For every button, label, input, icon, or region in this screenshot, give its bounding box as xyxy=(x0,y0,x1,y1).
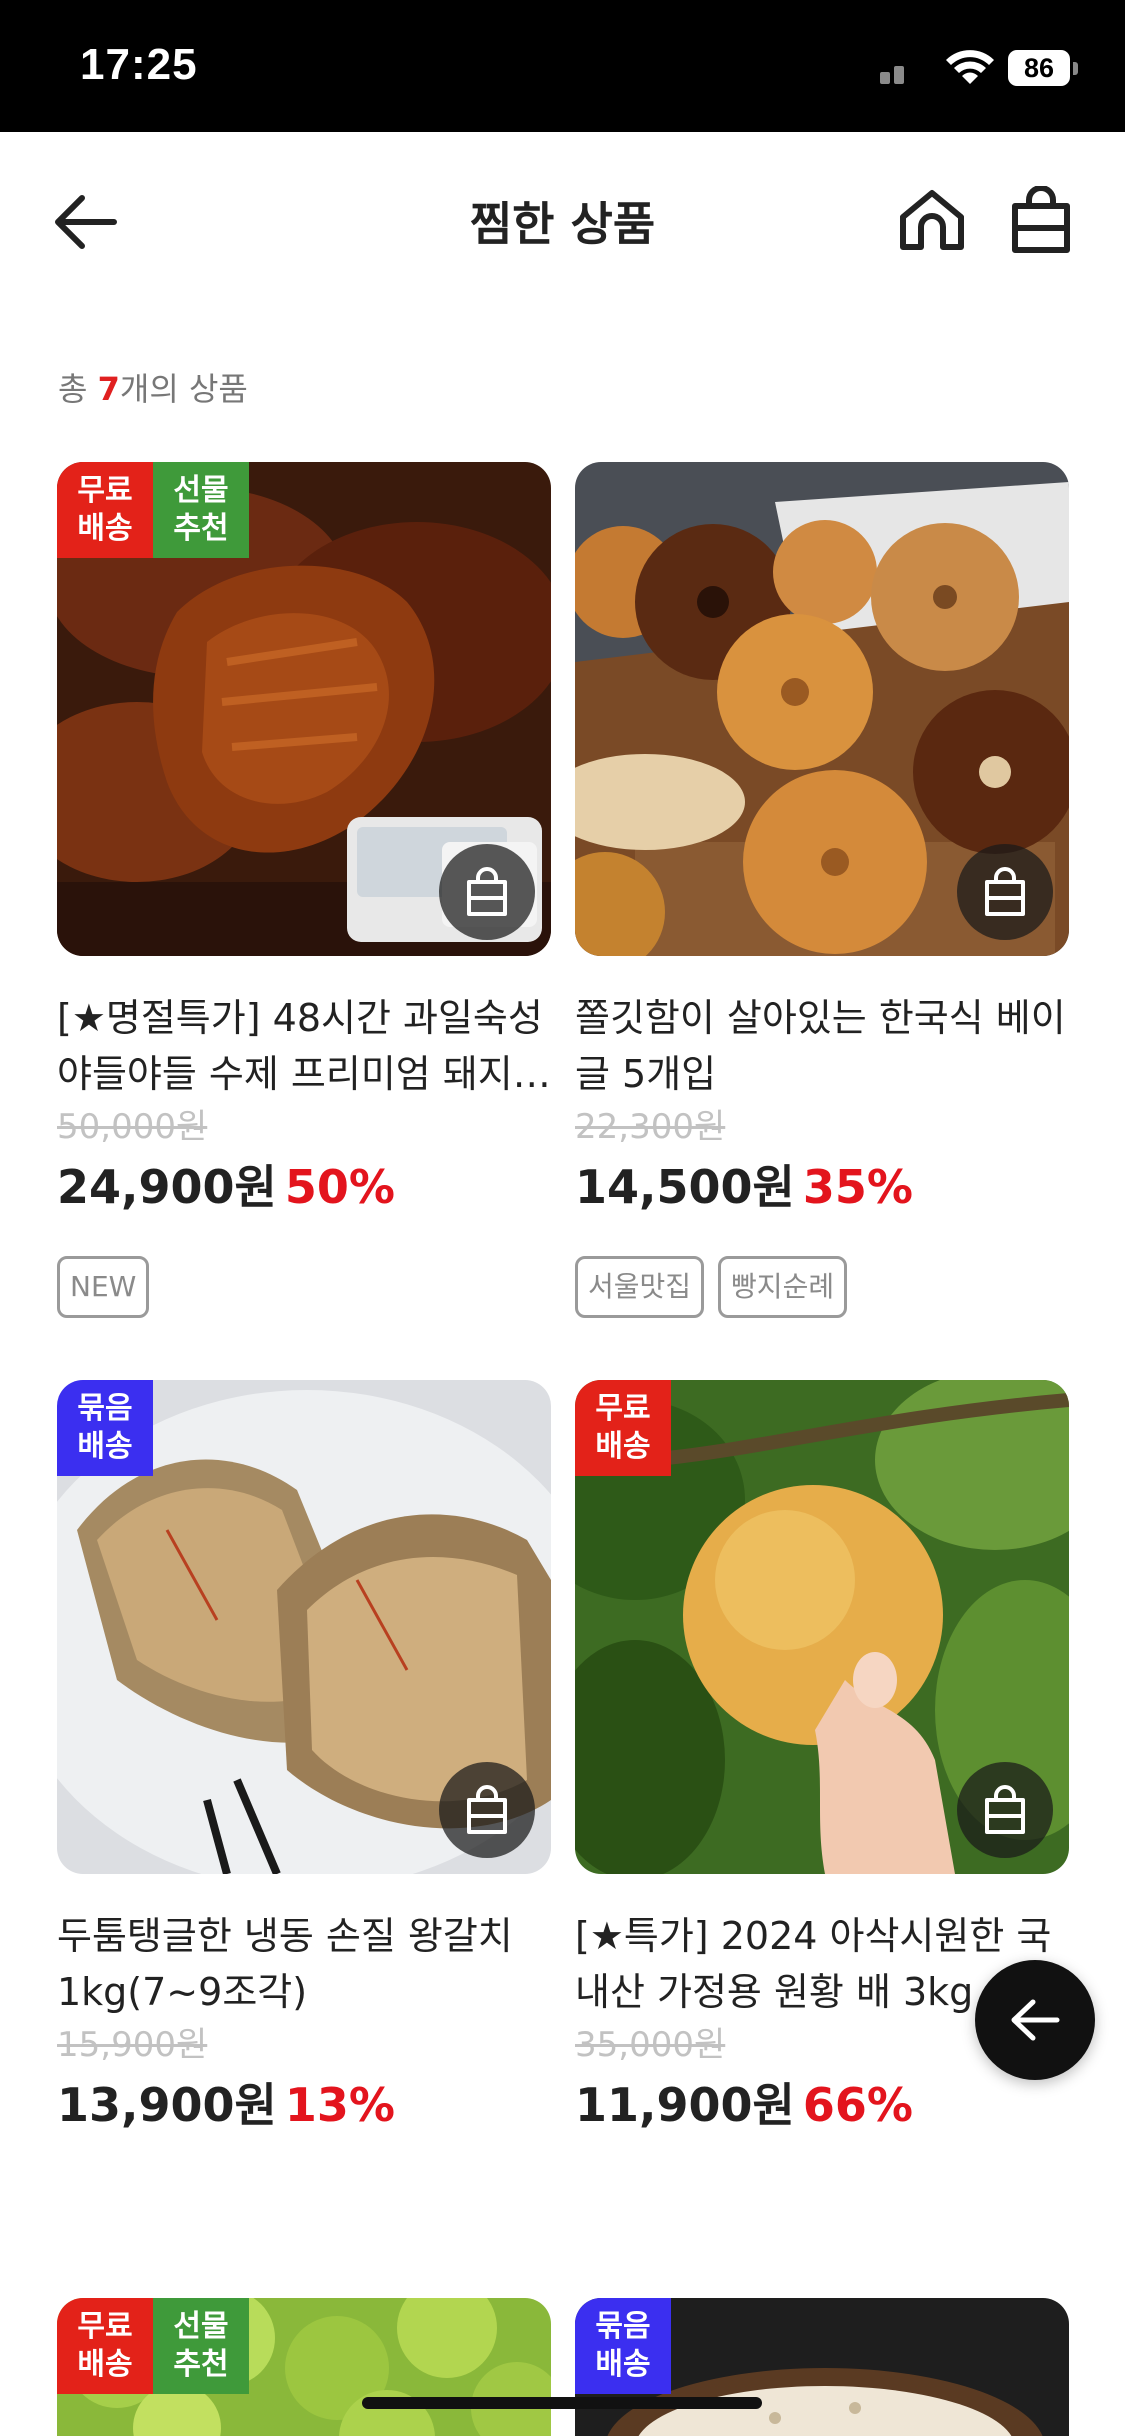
status-time: 17:25 xyxy=(80,40,198,89)
original-price: 22,300원 xyxy=(575,1107,726,1147)
bundle-shipping-badge: 묶음 배송 xyxy=(57,1380,153,1476)
add-to-cart-bag-icon xyxy=(985,867,1025,916)
sale-price: 14,500원 xyxy=(575,1160,795,1214)
home-icon xyxy=(900,190,964,250)
product-tag: 빵지순례 xyxy=(718,1256,848,1318)
product-tags: NEW xyxy=(57,1256,551,1318)
product-card[interactable]: 무료 배송 선물 추천 [★명절특가] 48시간 과일숙성 야들야들 수제 프리… xyxy=(57,462,551,1318)
sale-price: 11,900원 xyxy=(575,2078,795,2132)
bundle-shipping-badge: 묶음 배송 xyxy=(575,2298,671,2394)
product-name[interactable]: [★명절특가] 48시간 과일숙성 야들야들 수제 프리미엄 돼지갈비 xyxy=(57,990,551,1102)
price-row: 11,900원 66% xyxy=(575,2074,1069,2136)
discount-rate: 50% xyxy=(284,1160,395,1214)
delivery-badges: 무료 배송 선물 추천 xyxy=(57,2298,249,2394)
product-image-pear[interactable]: 무료 배송 xyxy=(575,1380,1069,1874)
delivery-badges: 무료 배송 xyxy=(575,1380,671,1476)
home-button[interactable] xyxy=(892,180,972,260)
product-card[interactable]: 묶음 배송 두툼탱글한 냉동 손질 왕갈치 1kg(7~9조각) 15,900원… xyxy=(57,1380,551,2136)
add-to-cart-button[interactable] xyxy=(957,1762,1053,1858)
sale-price: 24,900원 xyxy=(57,1160,277,1214)
sale-price: 13,900원 xyxy=(57,2078,277,2132)
product-tag: 서울맛집 xyxy=(575,1256,705,1318)
cart-button[interactable] xyxy=(1001,180,1081,260)
product-name[interactable]: 두툼탱글한 냉동 손질 왕갈치 1kg(7~9조각) xyxy=(57,1908,551,2020)
product-image-hairtail[interactable]: 묶음 배송 xyxy=(57,1380,551,1874)
floating-back-button[interactable] xyxy=(975,1960,1095,2080)
product-card[interactable]: 쫄깃함이 살아있는 한국식 베이글 5개입 22,300원 14,500원 35%… xyxy=(575,462,1069,1318)
product-tags: 서울맛집 빵지순례 xyxy=(575,1256,1069,1318)
battery-tip xyxy=(1073,62,1078,75)
discount-rate: 35% xyxy=(802,1160,913,1214)
cellular-signal-icon xyxy=(880,66,906,84)
app-header: 찜한 상품 xyxy=(0,132,1125,312)
price-row: 14,500원 35% xyxy=(575,1156,1069,1218)
total-count-number: 7 xyxy=(97,370,120,408)
free-shipping-badge: 무료 배송 xyxy=(575,1380,671,1476)
free-shipping-badge: 무료 배송 xyxy=(57,2298,153,2394)
total-count: 총 7개의 상품 xyxy=(58,364,248,410)
battery-level: 86 xyxy=(1008,50,1070,86)
product-image-bagels[interactable] xyxy=(575,462,1069,956)
original-price: 15,900원 xyxy=(57,2025,208,2065)
product-image-pork-ribs[interactable]: 무료 배송 선물 추천 xyxy=(57,462,551,956)
gift-recommend-badge: 선물 추천 xyxy=(153,2298,249,2394)
free-shipping-badge: 무료 배송 xyxy=(57,462,153,558)
discount-rate: 66% xyxy=(802,2078,913,2132)
delivery-badges: 묶음 배송 xyxy=(575,2298,671,2394)
original-price: 50,000원 xyxy=(57,1107,208,1147)
price-row: 13,900원 13% xyxy=(57,2074,551,2136)
home-indicator[interactable] xyxy=(362,2397,762,2409)
product-card[interactable]: 묶음 배송 xyxy=(575,2298,1069,2436)
discount-rate: 13% xyxy=(284,2078,395,2132)
add-to-cart-bag-icon xyxy=(467,1785,507,1834)
add-to-cart-button[interactable] xyxy=(439,844,535,940)
shopping-bag-icon xyxy=(1012,186,1070,253)
wifi-icon xyxy=(946,50,994,84)
product-image-rice[interactable]: 묶음 배송 xyxy=(575,2298,1069,2436)
add-to-cart-bag-icon xyxy=(985,1785,1025,1834)
delivery-badges: 묶음 배송 xyxy=(57,1380,153,1476)
arrow-left-icon xyxy=(1011,1999,1060,2041)
delivery-badges: 무료 배송 선물 추천 xyxy=(57,462,249,558)
total-count-suffix: 개의 상품 xyxy=(119,370,248,408)
product-image-grapes[interactable]: 무료 배송 선물 추천 xyxy=(57,2298,551,2436)
product-name[interactable]: 쫄깃함이 살아있는 한국식 베이글 5개입 xyxy=(575,990,1069,1102)
product-tag: NEW xyxy=(57,1256,150,1318)
product-card[interactable]: 무료 배송 선물 추천 xyxy=(57,2298,551,2436)
total-count-prefix: 총 xyxy=(58,370,98,408)
add-to-cart-bag-icon xyxy=(467,867,507,916)
gift-recommend-badge: 선물 추천 xyxy=(153,462,249,558)
add-to-cart-button[interactable] xyxy=(439,1762,535,1858)
status-bar: 17:25 86 xyxy=(0,0,1125,132)
add-to-cart-button[interactable] xyxy=(957,844,1053,940)
price-row: 24,900원 50% xyxy=(57,1156,551,1218)
